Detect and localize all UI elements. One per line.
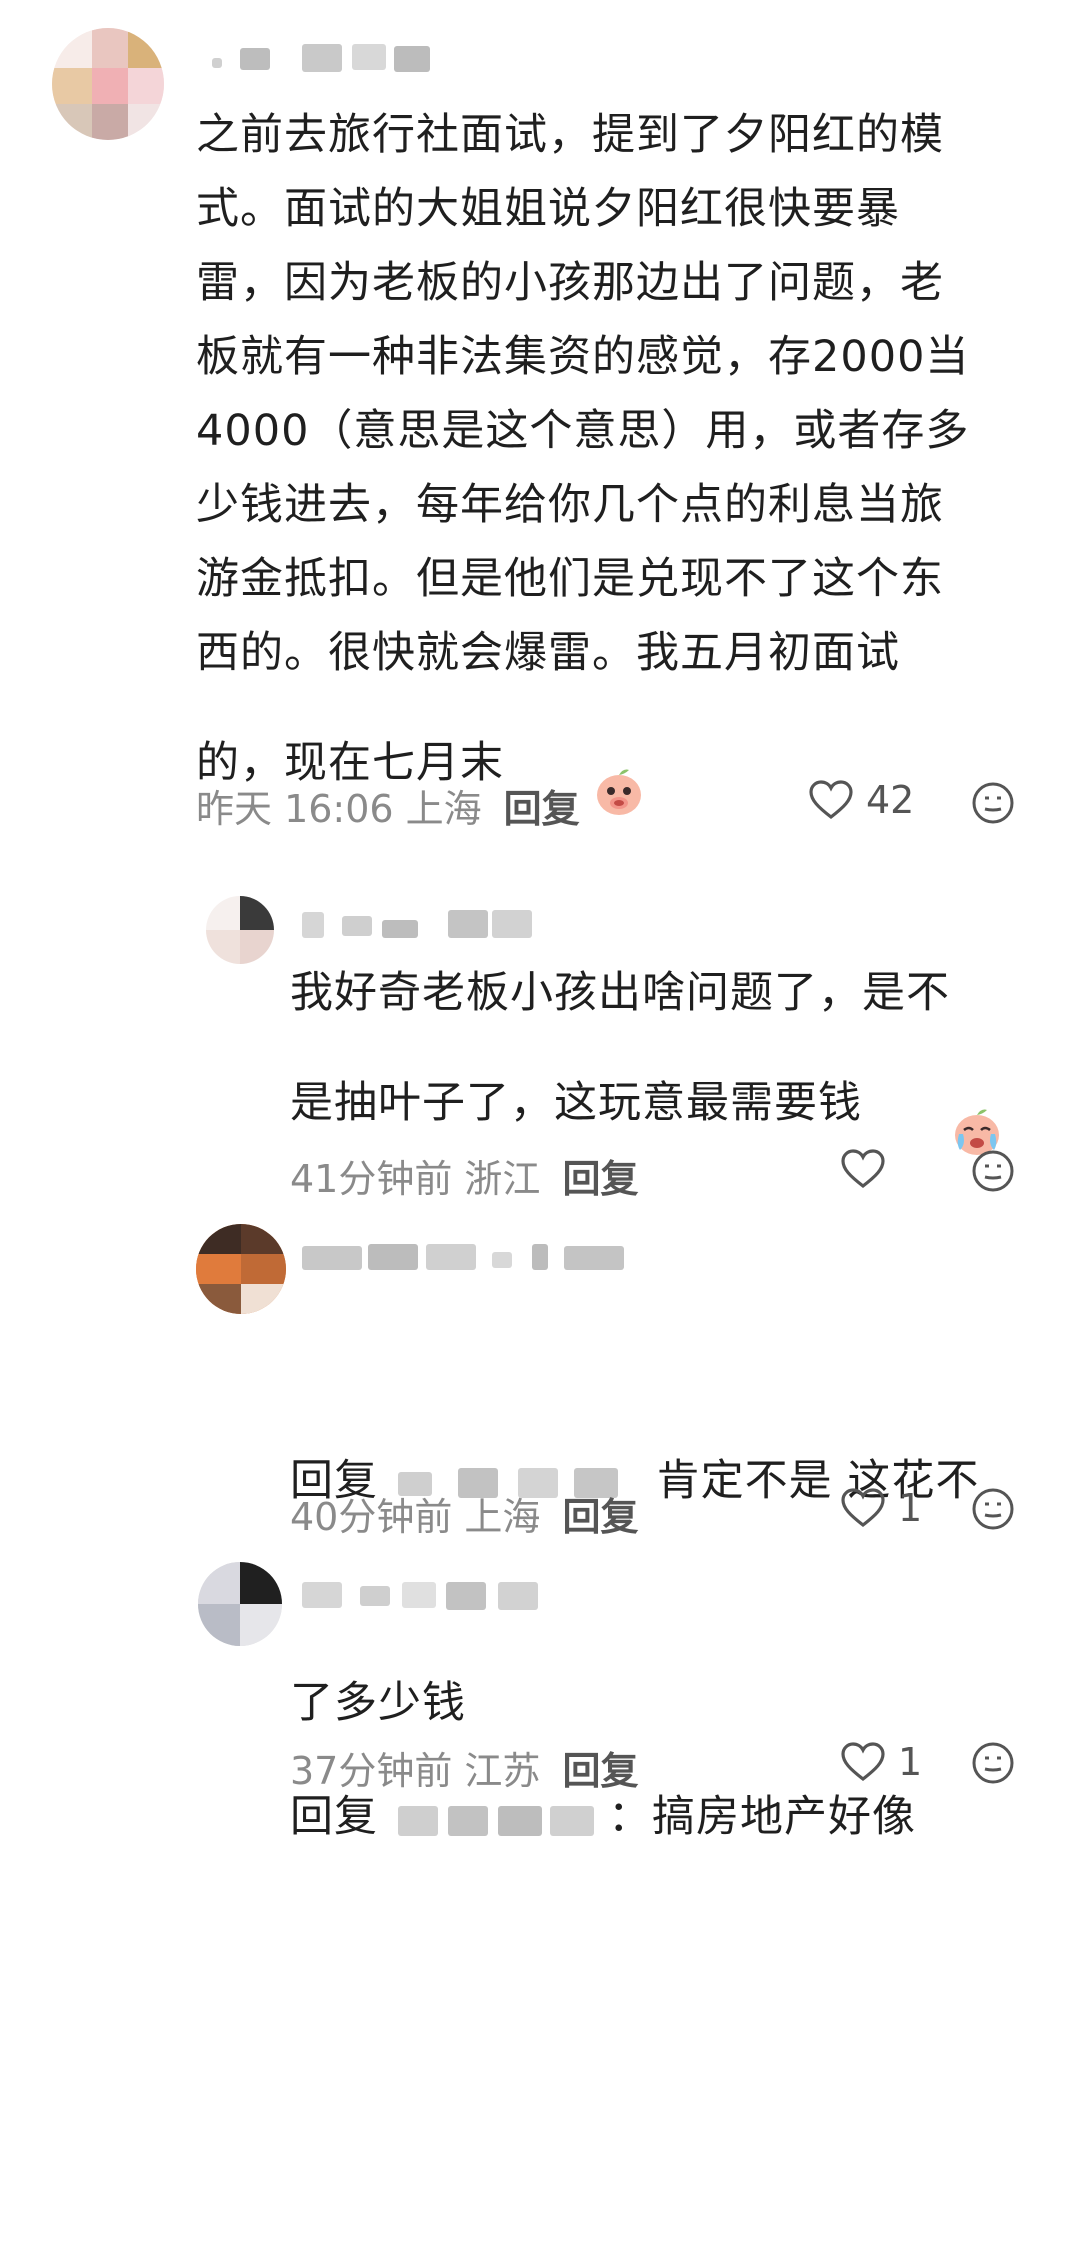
comment-meta: 昨天 16:06 上海 回复 [196, 778, 580, 833]
heart-outline-icon [809, 780, 853, 820]
reply-prefix: 回复 [290, 1792, 378, 1842]
like-button[interactable]: 1 [840, 1486, 922, 1530]
reply-item: 回复 肯定不是 这花不 了多少钱 40分钟前 上海 回复 1 [0, 1210, 1080, 1728]
like-button[interactable]: 1 [840, 1740, 922, 1784]
comment-item: 之前去旅行社面试，提到了夕阳红的模 式。面试的大姐姐说夕阳红很快要暴 雷，因为老… [0, 0, 1080, 833]
heart-outline-icon [841, 1149, 885, 1189]
reply-item: 回复 ：搞房地产好像 37分钟前 江苏 回复 1 [0, 1548, 1080, 1842]
reply-button[interactable]: 回复 [562, 1148, 638, 1203]
timestamp-location: 昨天 16:06 上海 [196, 787, 482, 831]
redacted-username[interactable] [378, 1798, 608, 1842]
comment-text-body: 之前去旅行社面试，提到了夕阳红的模 式。面试的大姐姐说夕阳红很快要暴 雷，因为老… [196, 110, 970, 788]
like-button[interactable]: 42 [808, 778, 914, 822]
reply-button[interactable]: 回复 [562, 1486, 638, 1541]
like-count: 42 [866, 778, 915, 822]
smiley-face-icon[interactable] [970, 1486, 1016, 1536]
heart-outline-icon [841, 1488, 885, 1528]
reply-text: ：搞房地产好像 [608, 1792, 916, 1842]
avatar[interactable] [206, 896, 274, 964]
avatar[interactable] [198, 1562, 282, 1646]
username[interactable] [302, 906, 542, 940]
username[interactable] [212, 40, 442, 74]
comment-meta: 40分钟前 上海 回复 [290, 1486, 638, 1541]
username[interactable] [302, 1576, 552, 1610]
avatar[interactable] [52, 28, 164, 140]
comment-meta: 41分钟前 浙江 回复 [290, 1148, 638, 1203]
reply-item: 我好奇老板小孩出啥问题了，是不 是抽叶子了，这玩意最需要钱 41分钟前 浙江 回… [0, 880, 1080, 1201]
like-count: 1 [898, 1740, 923, 1784]
timestamp-location: 37分钟前 江苏 [290, 1749, 541, 1793]
timestamp-location: 40分钟前 上海 [290, 1495, 541, 1539]
like-count: 1 [898, 1486, 923, 1530]
avatar[interactable] [196, 1224, 286, 1314]
reply-text: 肯定不是 这花不 [642, 1456, 980, 1506]
reply-button[interactable]: 回复 [562, 1740, 638, 1795]
smiley-face-icon[interactable] [970, 1740, 1016, 1790]
reply-button[interactable]: 回复 [504, 778, 580, 833]
heart-outline-icon [841, 1742, 885, 1782]
like-button[interactable] [840, 1148, 886, 1190]
comment-meta: 37分钟前 江苏 回复 [290, 1740, 638, 1795]
smiley-face-icon[interactable] [970, 1148, 1016, 1198]
smiley-face-icon[interactable] [970, 780, 1016, 830]
comment-text-body: 我好奇老板小孩出啥问题了，是不 是抽叶子了，这玩意最需要钱 [290, 968, 950, 1128]
username[interactable] [302, 1238, 652, 1272]
timestamp-location: 41分钟前 浙江 [290, 1157, 541, 1201]
comment-text: 回复 ：搞房地产好像 [290, 1632, 1060, 2002]
comment-text: 之前去旅行社面试，提到了夕阳红的模 式。面试的大姐姐说夕阳红很快要暴 雷，因为老… [196, 98, 1056, 841]
